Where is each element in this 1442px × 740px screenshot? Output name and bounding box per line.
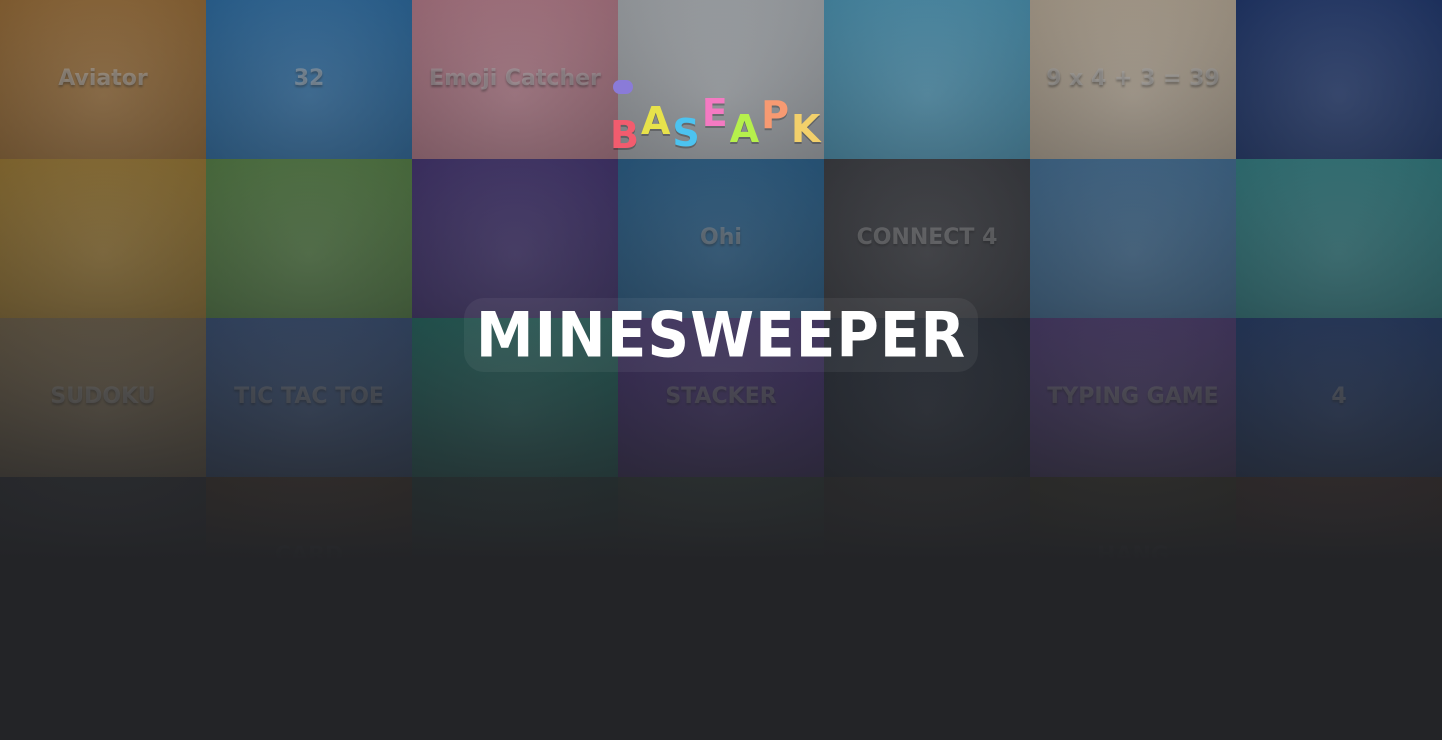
game-thumbnail xyxy=(1030,318,1236,477)
game-thumbnail xyxy=(824,477,1030,636)
gamepad-icon xyxy=(613,80,633,94)
game-thumbnail xyxy=(206,159,412,318)
game-thumbnail xyxy=(1030,477,1236,636)
game-tile[interactable]: Ohi xyxy=(618,159,824,318)
game-thumbnail xyxy=(412,0,618,159)
game-tile[interactable]: CONNECT 4 xyxy=(824,159,1030,318)
game-thumbnail xyxy=(618,159,824,318)
game-thumbnail xyxy=(0,159,206,318)
game-thumbnail xyxy=(824,159,1030,318)
game-tile[interactable] xyxy=(1236,477,1442,636)
game-thumbnail xyxy=(0,477,206,636)
logo-letter: A xyxy=(729,107,760,151)
game-tile[interactable]: SUDOKU xyxy=(0,318,206,477)
game-thumbnail xyxy=(206,0,412,159)
game-title-text: MINESWEEPER xyxy=(475,298,967,372)
game-thumbnail xyxy=(1030,0,1236,159)
game-tile[interactable]: TIC TAC TOE xyxy=(206,318,412,477)
logo-letter: S xyxy=(672,111,700,155)
logo-letter: K xyxy=(791,107,821,151)
logo-letter: A xyxy=(640,99,671,143)
game-thumbnail xyxy=(412,159,618,318)
logo-letter: E xyxy=(701,91,728,135)
game-tile[interactable] xyxy=(1236,159,1442,318)
game-thumbnail xyxy=(1030,159,1236,318)
game-tile[interactable]: Aviator xyxy=(0,0,206,159)
game-thumbnail xyxy=(206,318,412,477)
game-thumbnail xyxy=(1236,477,1442,636)
game-thumbnail xyxy=(1236,0,1442,159)
game-tile[interactable] xyxy=(412,159,618,318)
game-tile[interactable] xyxy=(0,159,206,318)
game-tile[interactable]: Emoji Catcher xyxy=(412,0,618,159)
game-tile[interactable] xyxy=(1030,159,1236,318)
game-tile[interactable] xyxy=(1236,0,1442,159)
game-tile[interactable]: CARD xyxy=(206,477,412,636)
game-tile[interactable] xyxy=(618,477,824,636)
game-thumbnail xyxy=(0,318,206,477)
game-title: MINESWEEPER xyxy=(463,296,979,374)
logo-letter: P xyxy=(761,93,790,137)
game-tile[interactable] xyxy=(412,477,618,636)
game-thumbnail xyxy=(1236,159,1442,318)
logo-letter: B xyxy=(610,113,639,157)
game-thumbnail xyxy=(824,0,1030,159)
game-tile[interactable] xyxy=(0,477,206,636)
game-thumbnail xyxy=(206,477,412,636)
site-logo: BASEAPK xyxy=(610,78,832,154)
game-tile[interactable]: 32 xyxy=(206,0,412,159)
game-tile[interactable]: TYPING GAME xyxy=(1030,318,1236,477)
game-title-pill: MINESWEEPER xyxy=(463,298,979,372)
game-tile[interactable] xyxy=(824,477,1030,636)
game-tile[interactable] xyxy=(824,0,1030,159)
game-tile[interactable]: 9 x 4 + 3 = 39 xyxy=(1030,0,1236,159)
game-thumbnail xyxy=(1236,318,1442,477)
game-tile[interactable]: 4 xyxy=(1236,318,1442,477)
game-thumbnail xyxy=(618,477,824,636)
game-tile[interactable]: HANG xyxy=(1030,477,1236,636)
game-thumbnail xyxy=(412,477,618,636)
game-tile[interactable] xyxy=(206,159,412,318)
game-thumbnail xyxy=(0,0,206,159)
